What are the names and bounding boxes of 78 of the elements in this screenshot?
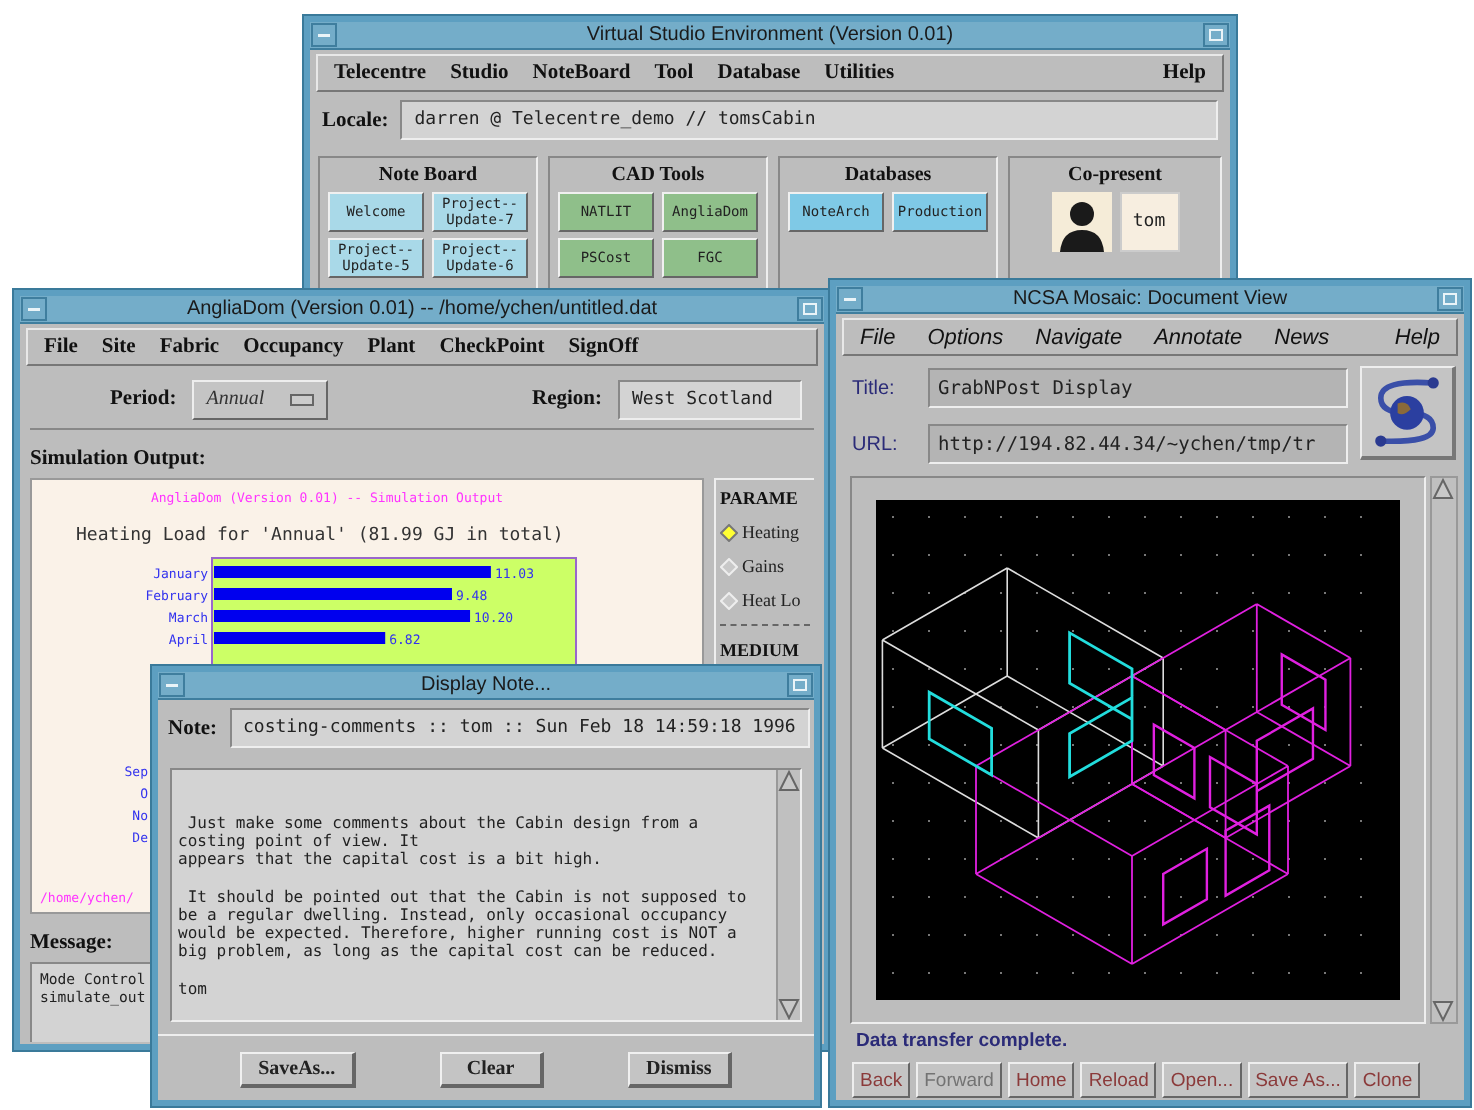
window-title: NCSA Mosaic: Document View (1010, 288, 1290, 310)
group-title: CAD Tools (611, 164, 705, 186)
nav-button[interactable]: Open... (1162, 1062, 1242, 1098)
window-title: Display Note... (418, 674, 554, 696)
field-label: Period: (110, 388, 177, 410)
menu-item[interactable]: Studio (450, 62, 509, 84)
field-label: Note: (168, 717, 217, 739)
menu-item[interactable]: Navigate (1035, 325, 1123, 349)
scrollbar[interactable] (1430, 476, 1458, 1024)
scroll-up-icon[interactable] (1432, 478, 1454, 500)
menu-item[interactable]: CheckPoint (439, 336, 545, 358)
period-dropdown[interactable]: Annual (192, 379, 329, 419)
field-label: URL: (852, 433, 900, 455)
menu-item[interactable]: Telecentre (334, 62, 427, 84)
radio-icon[interactable] (720, 523, 738, 541)
group-title: Co-present (1067, 164, 1163, 186)
note-text[interactable]: Just make some comments about the Cabin design from a costing point of view. It appears that the capital cost is a bit high. It should be pointed out that the Cabin is not supposed to be a regular dwelling. Instead, only occasional occupancy would be expected. Therefore, higher running cost is NOT a big problem, as long as the capital cost can be reduced. tom (172, 770, 776, 1020)
menu-item[interactable]: Database (717, 62, 801, 84)
maximize-icon[interactable] (1202, 22, 1230, 48)
nav-button[interactable]: Home (1007, 1062, 1075, 1098)
radio-label: Heat Lo (742, 590, 801, 610)
maximize-icon[interactable] (1436, 286, 1464, 312)
menu-item[interactable]: Tool (654, 62, 694, 84)
nav-button[interactable]: Reload (1080, 1062, 1157, 1098)
group-title: Databases (844, 164, 932, 186)
section-label: Simulation Output: (30, 448, 206, 470)
menu-item[interactable]: NoteBoard (532, 62, 631, 84)
window-menu-icon[interactable] (158, 672, 186, 698)
window-title: AngliaDom (Version 0.01) -- /home/ychen/untitled.dat (184, 298, 660, 320)
panel-title: PARAME (720, 488, 800, 508)
scroll-down-icon[interactable] (1432, 1000, 1454, 1022)
region-field[interactable]: West Scotland (618, 379, 802, 419)
menu-item[interactable]: Occupancy (243, 336, 344, 358)
scrollbar[interactable] (776, 770, 800, 1020)
group-title: Note Board (378, 164, 478, 186)
menu-item[interactable]: Utilities (824, 62, 895, 84)
radio-label: Gains (742, 556, 784, 576)
menu-item[interactable]: File (44, 336, 78, 358)
dialog-button[interactable]: Clear (439, 1052, 544, 1088)
status-text: Data transfer complete. (854, 1028, 1070, 1052)
nav-button[interactable]: Save As... (1247, 1062, 1349, 1098)
menu-item[interactable]: Plant (367, 336, 416, 358)
note-title-field[interactable]: costing-comments :: tom :: Sun Feb 18 14:59:18 1996 (229, 708, 810, 748)
avatar (1051, 192, 1111, 252)
scroll-down-icon[interactable] (778, 998, 800, 1020)
menu-item[interactable]: Fabric (159, 336, 220, 358)
window-menu-icon[interactable] (310, 22, 338, 48)
field-label: Locale: (322, 109, 389, 131)
maximize-icon[interactable] (796, 296, 824, 322)
globe-logo-icon[interactable] (1360, 366, 1456, 460)
nav-button[interactable]: Clone (1354, 1062, 1421, 1098)
dropdown-icon (290, 393, 315, 405)
radio-label: Heating (742, 522, 799, 542)
scroll-up-icon[interactable] (778, 770, 800, 792)
section-label: Message: (30, 932, 113, 954)
menu-item[interactable]: Options (927, 325, 1004, 349)
menu-item[interactable]: File (860, 325, 896, 349)
field-label: Region: (532, 388, 602, 410)
window-menu-icon[interactable] (836, 286, 864, 312)
window-menu-icon[interactable] (20, 296, 48, 322)
menu-item[interactable]: Annotate (1154, 325, 1243, 349)
nav-button[interactable]: Back (852, 1062, 911, 1098)
menu-item[interactable]: Site (101, 336, 136, 358)
window-title: Virtual Studio Environment (Version 0.01) (584, 24, 956, 46)
chart-title: Heating Load for 'Annual' (81.99 GJ in total) (76, 526, 564, 546)
menu-item[interactable]: Help (1162, 62, 1206, 84)
dialog-button[interactable]: SaveAs... (240, 1052, 356, 1088)
title-field[interactable]: GrabNPost Display (928, 368, 1348, 408)
locale-field[interactable]: darren @ Telecentre_demo // tomsCabin (400, 100, 1218, 140)
maximize-icon[interactable] (786, 672, 814, 698)
person-tile[interactable]: tom (1119, 192, 1179, 252)
panel-title: MEDIUM (720, 640, 801, 660)
field-label: Title: (852, 377, 897, 399)
url-field[interactable]: http://194.82.44.34/~ychen/tmp/tr (928, 424, 1348, 464)
dialog-button[interactable]: Dismiss (627, 1052, 732, 1088)
menu-item[interactable]: SignOff (568, 336, 639, 358)
menu-item[interactable]: News (1274, 325, 1330, 349)
menu-item[interactable]: Help (1394, 325, 1440, 349)
